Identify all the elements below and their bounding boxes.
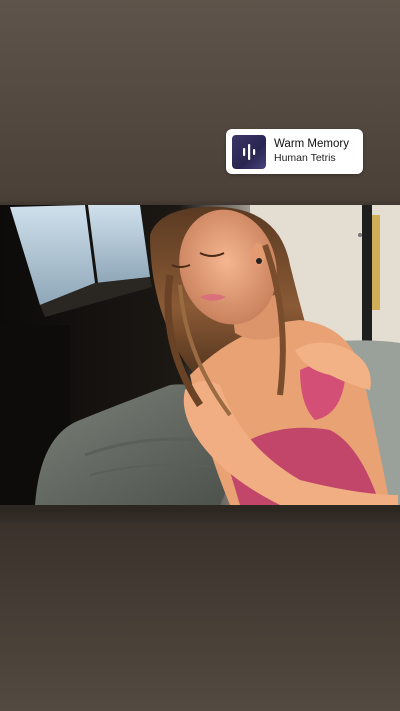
story-frame: Warm Memory Human Tetris bbox=[0, 0, 400, 711]
song-artist: Human Tetris bbox=[274, 152, 336, 165]
song-title: Warm Memory bbox=[274, 138, 349, 151]
story-photo bbox=[0, 205, 400, 505]
soundwave-icon bbox=[243, 143, 256, 160]
photo-illustration bbox=[0, 205, 400, 505]
album-art bbox=[232, 134, 266, 169]
music-sticker[interactable]: Warm Memory Human Tetris bbox=[226, 129, 363, 174]
